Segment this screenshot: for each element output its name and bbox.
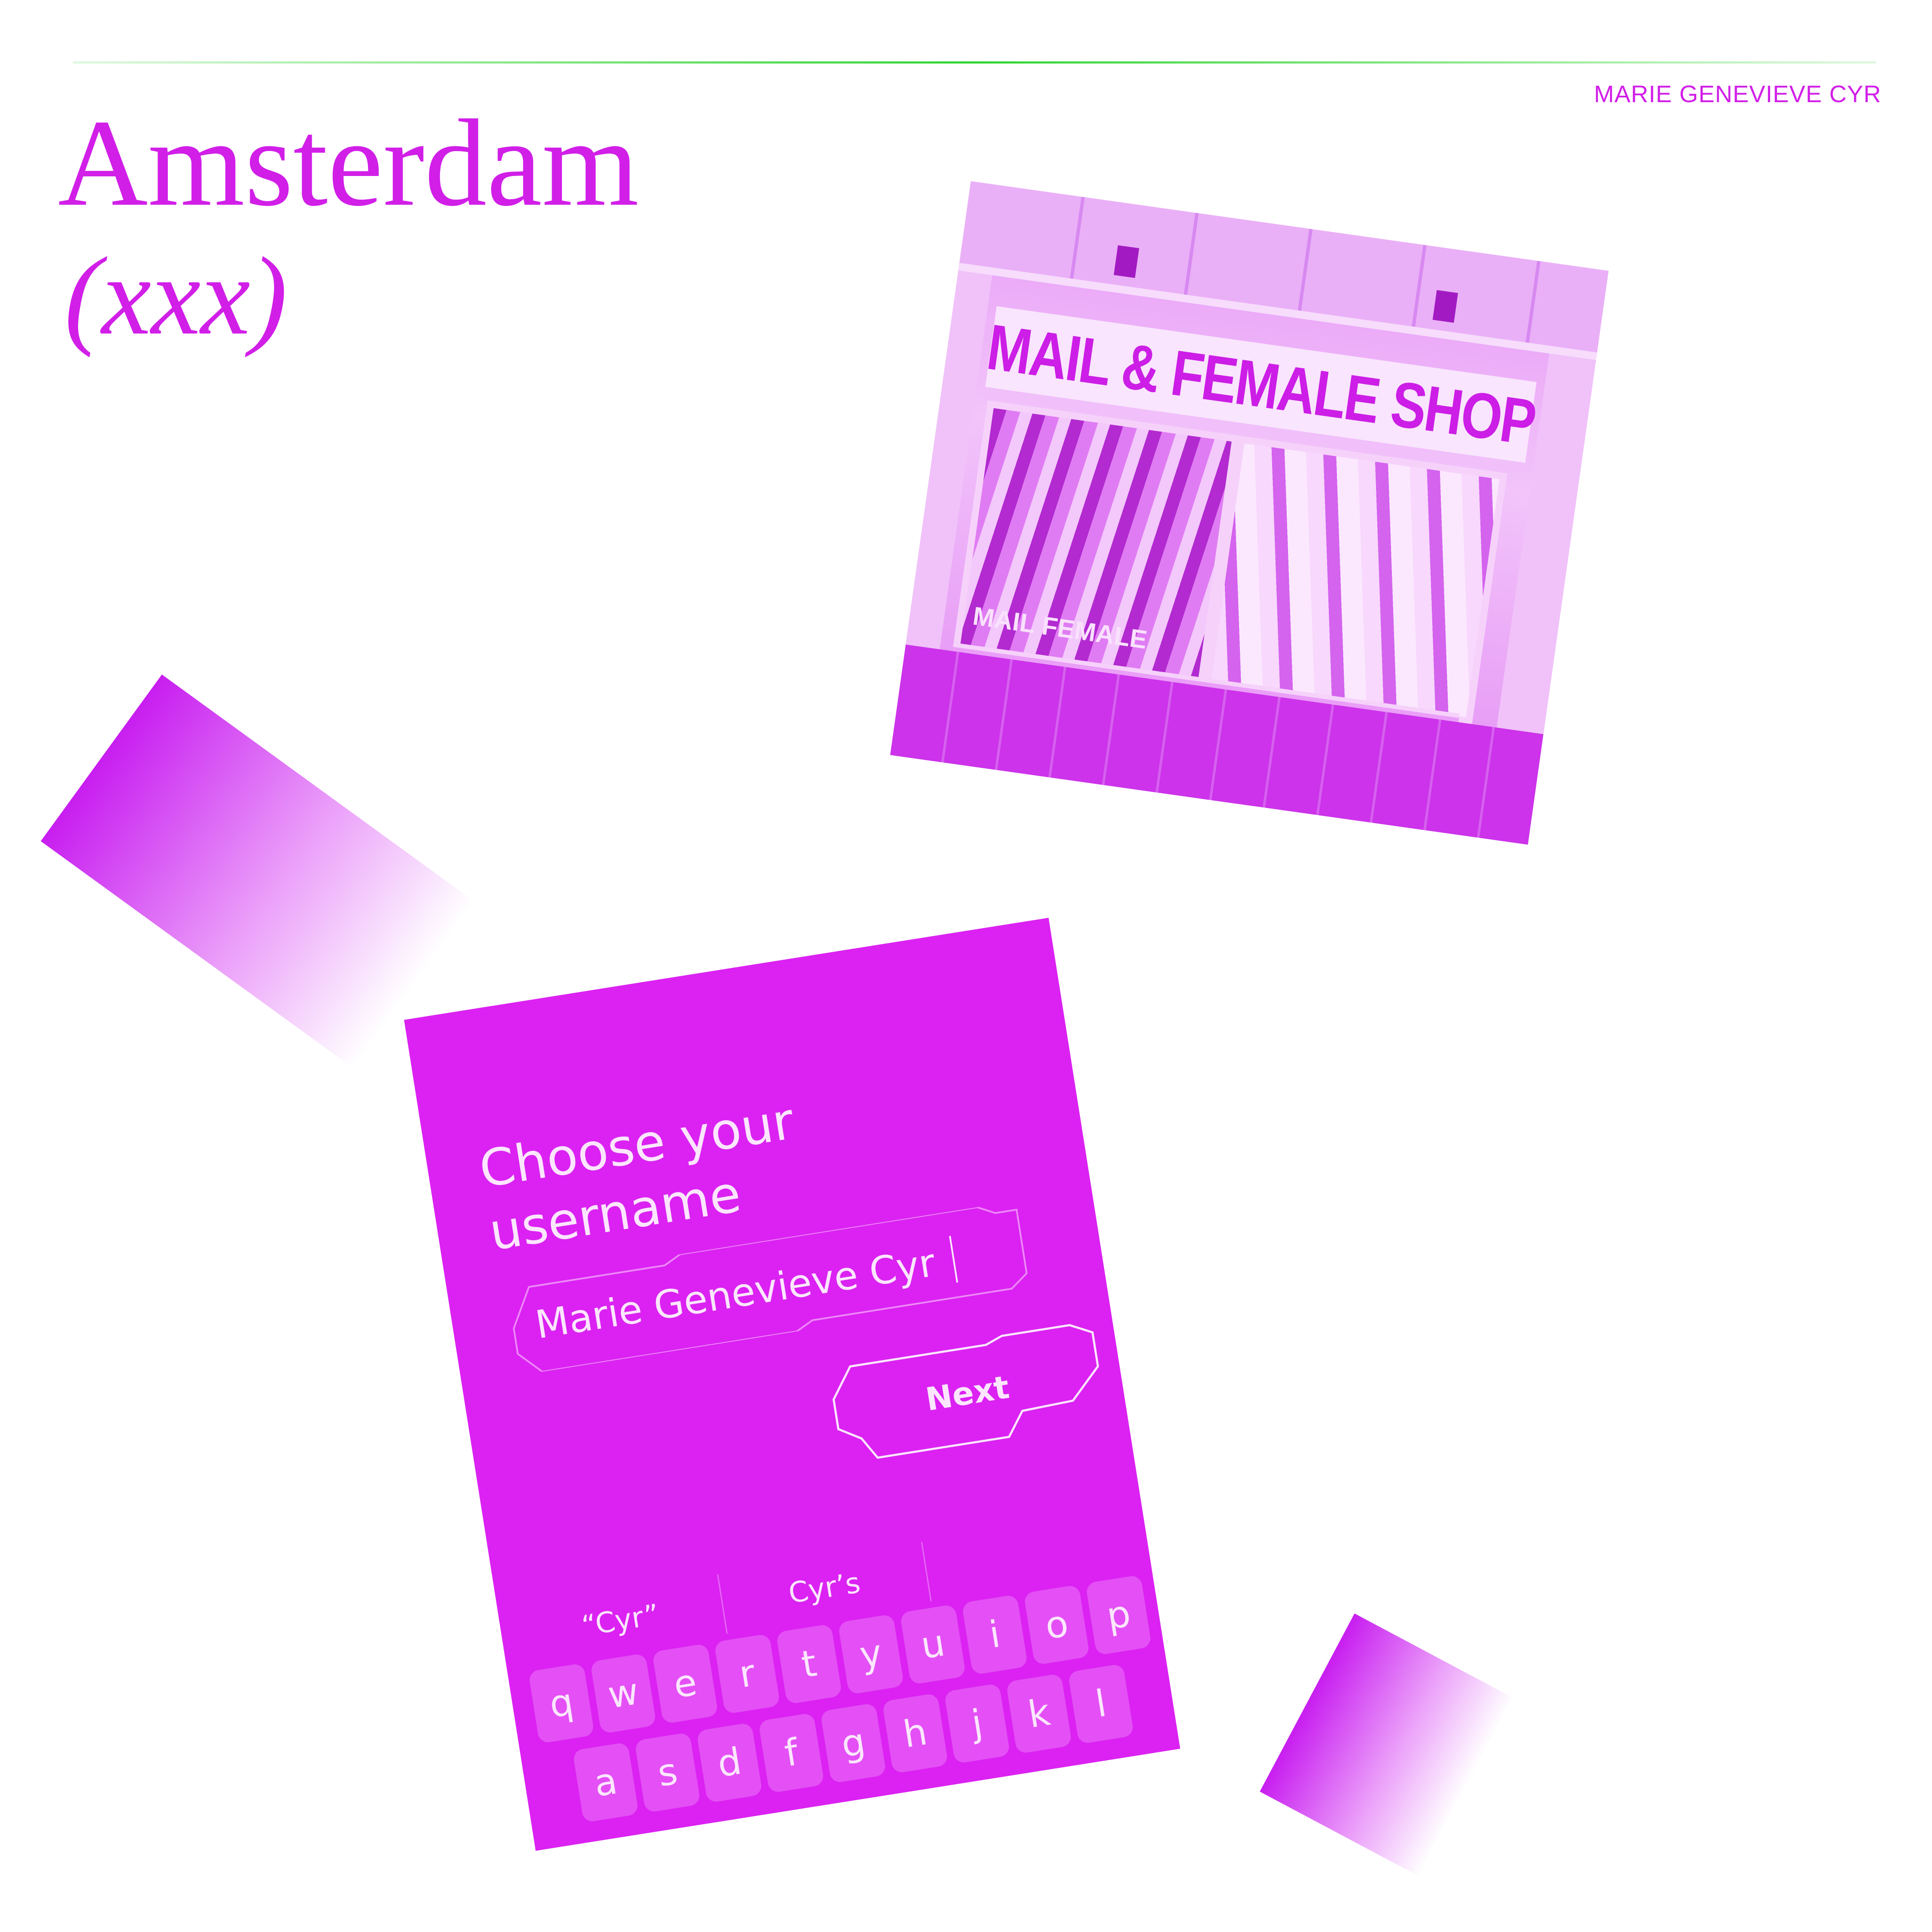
key-a[interactable]: a — [572, 1742, 639, 1823]
shop-photo: MAIL & FEMALE SHOP MAIL FEMALE — [890, 181, 1609, 845]
key-k[interactable]: k — [1005, 1673, 1072, 1754]
gradient-block-bottom-right — [1260, 1613, 1514, 1877]
key-i[interactable]: i — [961, 1594, 1028, 1675]
key-f[interactable]: f — [758, 1712, 825, 1793]
key-g[interactable]: g — [820, 1702, 887, 1784]
key-h[interactable]: h — [882, 1693, 949, 1774]
key-d[interactable]: d — [696, 1722, 763, 1803]
key-l[interactable]: l — [1067, 1663, 1134, 1744]
key-y[interactable]: y — [838, 1614, 905, 1695]
top-divider — [73, 61, 1876, 64]
key-j[interactable]: j — [944, 1683, 1011, 1764]
window-text: MAIL FEMALE — [971, 601, 1149, 655]
key-o[interactable]: o — [1023, 1584, 1090, 1665]
page-subtitle: (xxx) — [64, 234, 288, 358]
next-button-label: Next — [923, 1368, 1012, 1419]
key-s[interactable]: s — [634, 1732, 701, 1813]
key-q[interactable]: q — [528, 1663, 595, 1744]
shop-window-right — [1203, 435, 1507, 725]
ceiling-lamp-icon — [1114, 245, 1139, 278]
shop-window-left: MAIL FEMALE — [952, 400, 1239, 688]
next-button[interactable]: Next — [823, 1319, 1112, 1468]
key-p[interactable]: p — [1085, 1574, 1152, 1656]
page-title: Amsterdam — [58, 94, 639, 232]
signup-card: Choose your username Next “Cyr” Cyr’s q … — [404, 918, 1180, 1851]
author-name: MARIE GENEVIEVE CYR — [1594, 80, 1881, 107]
gradient-block-left — [40, 674, 475, 1068]
key-w[interactable]: w — [590, 1653, 657, 1734]
key-e[interactable]: e — [652, 1643, 719, 1724]
ceiling-lamp-icon — [1432, 290, 1458, 323]
key-r[interactable]: r — [714, 1633, 781, 1714]
key-u[interactable]: u — [899, 1604, 966, 1685]
key-t[interactable]: t — [775, 1623, 842, 1705]
